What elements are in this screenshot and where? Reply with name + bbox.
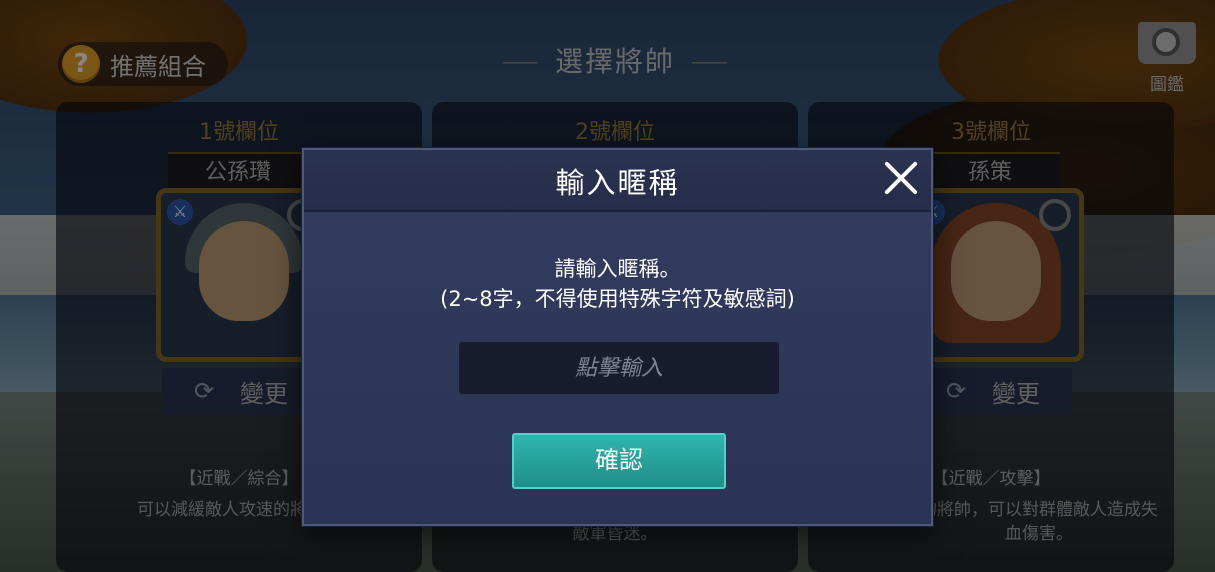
prompt-line-2: (2~8字，不得使用特殊字符及敏感詞) <box>440 287 795 311</box>
nickname-dialog: 輸入暱稱 請輸入暱稱。 (2~8字，不得使用特殊字符及敏感詞) 確認 <box>302 148 933 526</box>
dialog-title: 輸入暱稱 <box>555 166 680 200</box>
prompt-line-1: 請輸入暱稱。 <box>554 257 681 281</box>
nickname-input[interactable] <box>459 342 779 394</box>
dialog-prompt: 請輸入暱稱。 (2~8字，不得使用特殊字符及敏感詞) <box>304 254 931 314</box>
confirm-button[interactable]: 確認 <box>512 433 726 489</box>
dialog-header: 輸入暱稱 <box>304 150 931 212</box>
close-icon[interactable] <box>879 156 923 200</box>
